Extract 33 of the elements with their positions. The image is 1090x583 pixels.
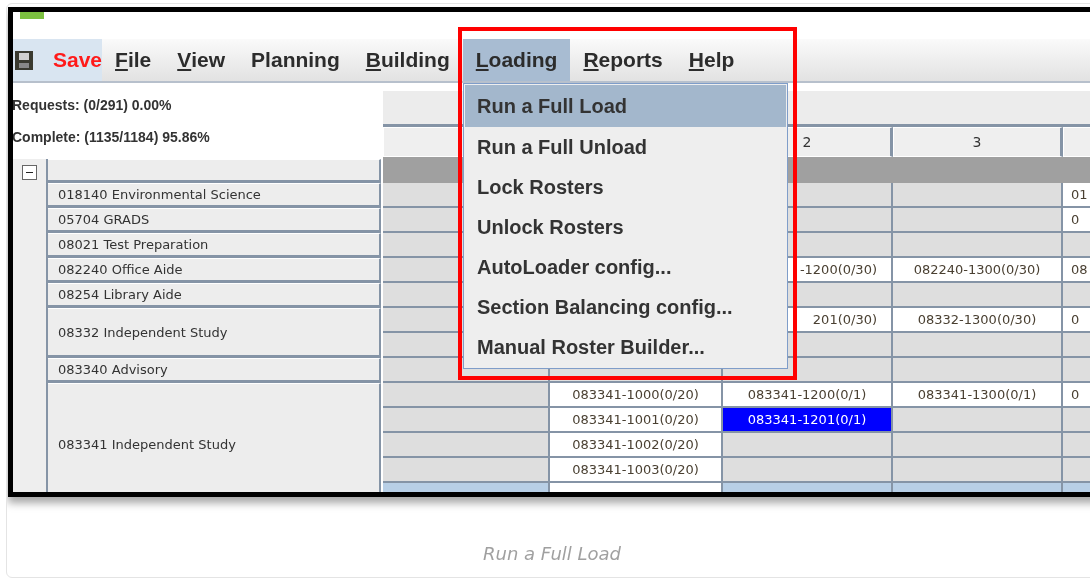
course-label[interactable]: 08254 Library Aide: [48, 283, 381, 308]
menu-item[interactable]: Building: [352, 39, 463, 81]
section-cell[interactable]: 08332-1300(0/30): [893, 308, 1063, 333]
image-caption: Run a Full Load: [481, 543, 623, 564]
status-text: Complete: (1135/1184) 95.86%: [13, 128, 211, 147]
app-logo-icon: [20, 12, 44, 19]
section-cell[interactable]: 083341-1002(0/20): [550, 433, 723, 458]
column-header: 3: [893, 127, 1063, 157]
course-label[interactable]: 083340 Advisory: [48, 358, 381, 383]
section-cell[interactable]: 083341-1003(0/20): [550, 458, 723, 483]
menu-option[interactable]: Lock Rosters: [465, 167, 786, 207]
section-cell[interactable]: 083341-1001(0/20): [550, 408, 723, 433]
status-text: Requests: (0/291) 0.00%: [13, 96, 173, 115]
menu-item[interactable]: Loading: [462, 39, 571, 81]
menu-item[interactable]: Help: [675, 39, 748, 81]
section-cell[interactable]: 082240-1300(0/30): [893, 258, 1063, 283]
menu-item[interactable]: View: [164, 39, 239, 81]
section-cell[interactable]: 083341-1201(0/1): [723, 408, 893, 433]
menu-option[interactable]: Run a Full Load: [465, 85, 786, 127]
menu-item[interactable]: Reports: [570, 39, 676, 81]
course-label[interactable]: 08021 Test Preparation: [48, 233, 381, 258]
menu-option[interactable]: Unlock Rosters: [465, 207, 786, 247]
section-cell[interactable]: 083341-1000(0/20): [550, 383, 723, 408]
menu-item[interactable]: File: [102, 39, 165, 81]
course-label[interactable]: 08332 Independent Study: [48, 308, 381, 358]
course-label[interactable]: 018140 Environmental Science: [48, 183, 381, 208]
course-label[interactable]: 083341 Independent Study: [48, 383, 381, 492]
collapse-icon[interactable]: [22, 165, 37, 180]
course-label[interactable]: 082240 Office Aide: [48, 258, 381, 283]
course-label[interactable]: 05704 GRADS: [48, 208, 381, 233]
section-cell[interactable]: 083341-1300(0/1): [893, 383, 1063, 408]
section-cell[interactable]: 083341-1200(0/1): [723, 383, 893, 408]
menu-item[interactable]: Planning: [238, 39, 353, 81]
